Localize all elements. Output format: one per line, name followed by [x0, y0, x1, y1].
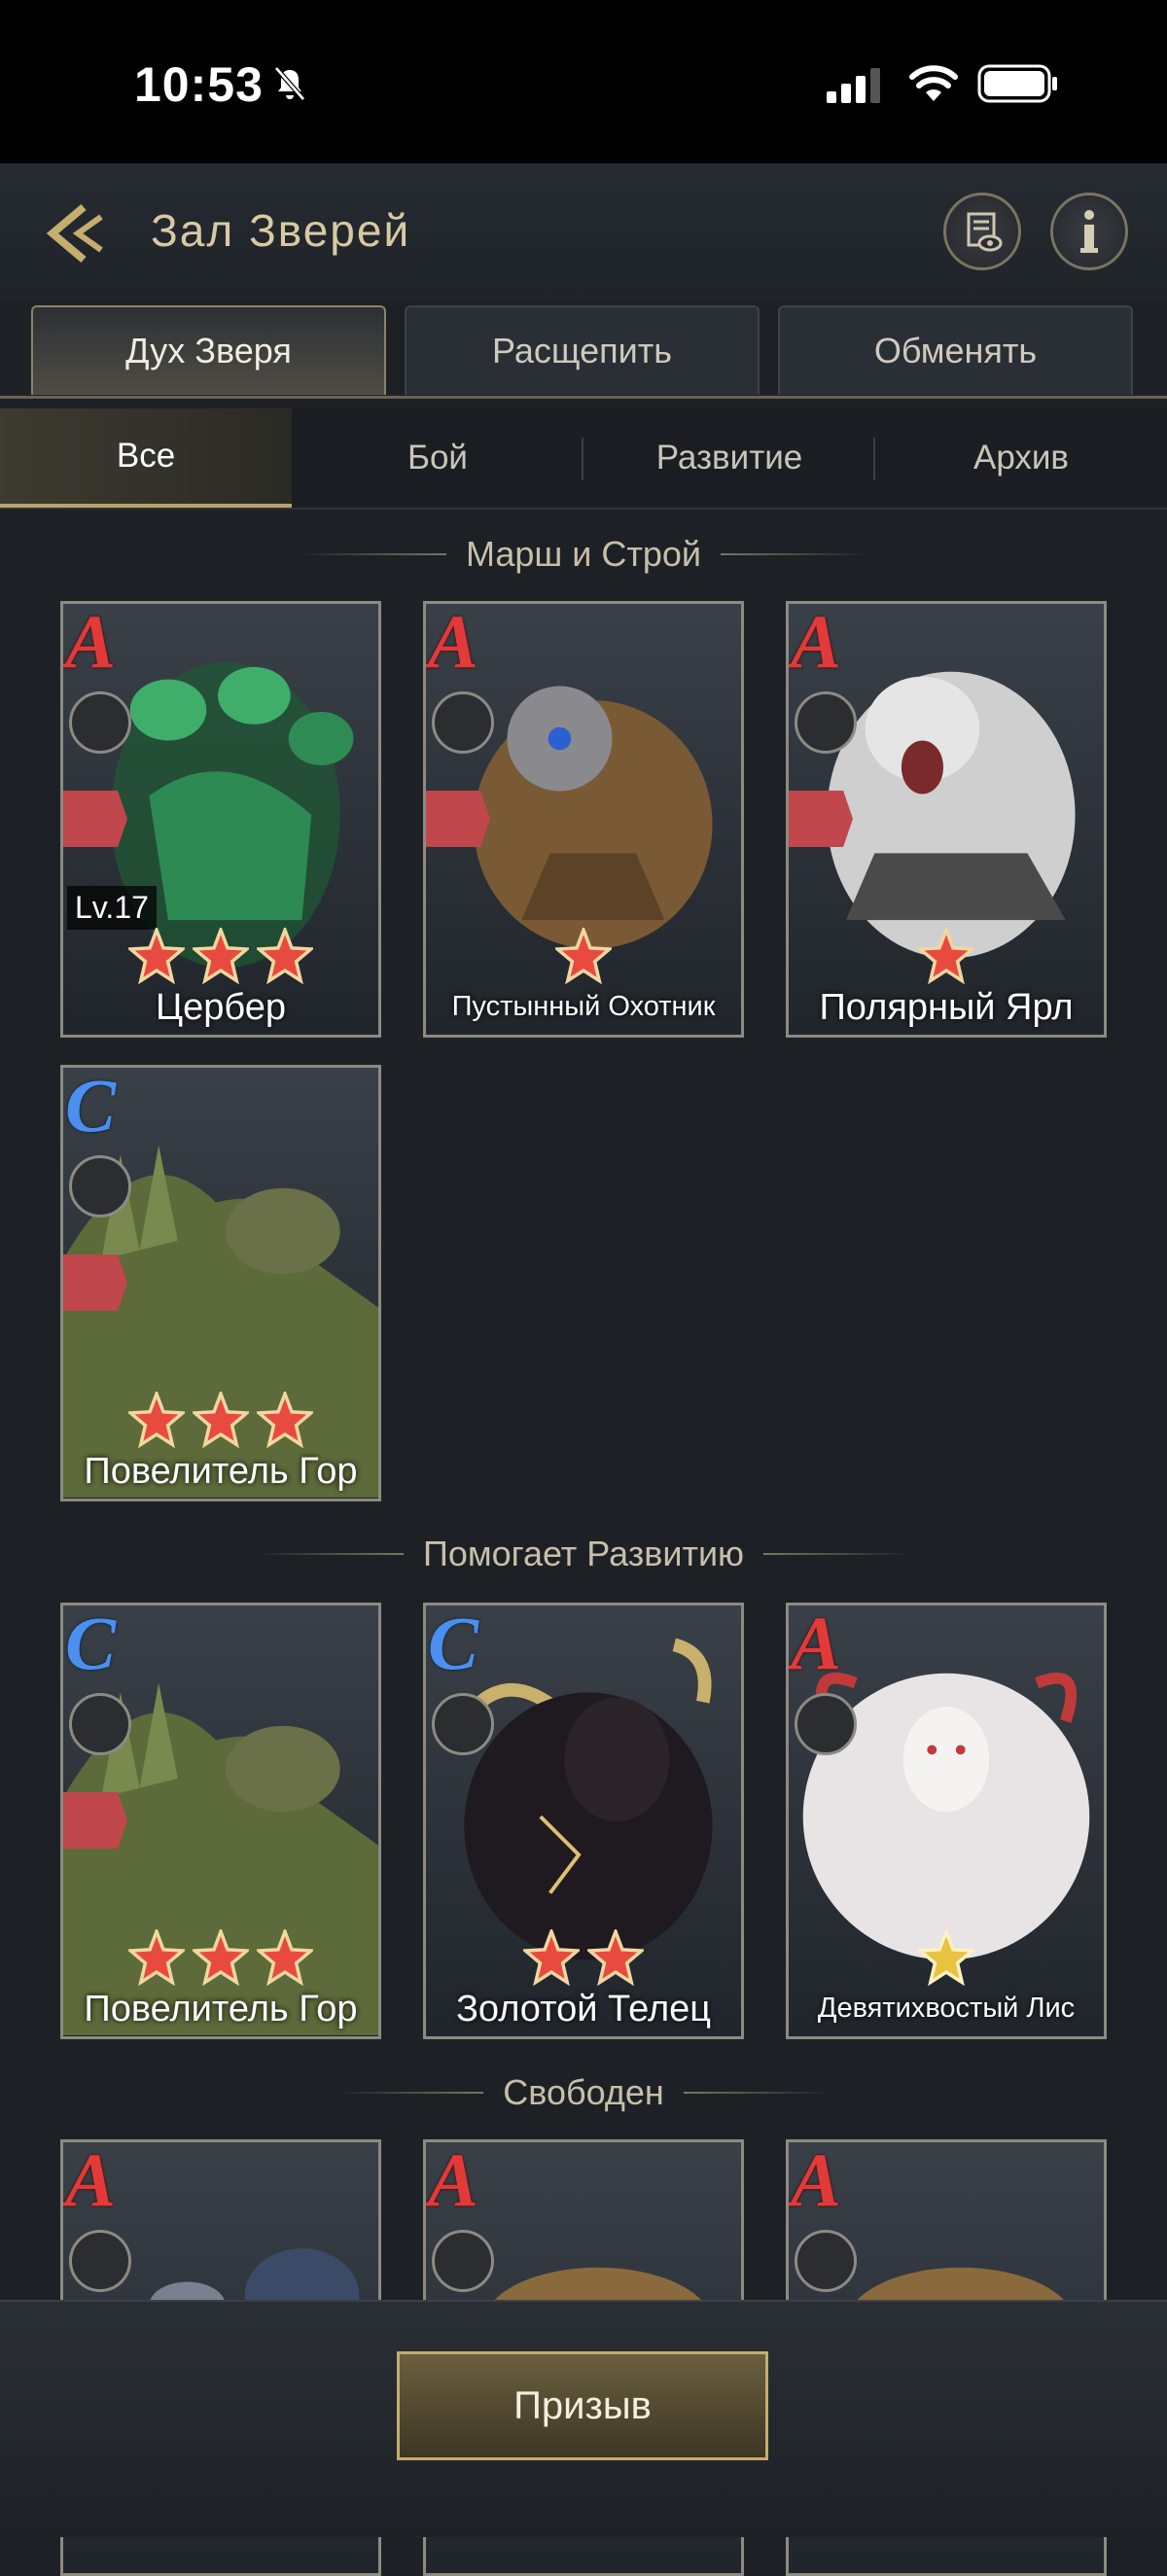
flag-tag-icon [63, 1792, 127, 1849]
grade-badge: C [65, 1065, 117, 1147]
beast-name: Повелитель Гор [84, 1989, 358, 2029]
tab-split[interactable]: Расщепить [405, 305, 760, 395]
tab-beast-spirit[interactable]: Дух Зверя [31, 305, 386, 395]
records-button[interactable] [943, 193, 1021, 270]
section-title: Марш и Строй [465, 534, 702, 574]
star-rating [63, 1929, 378, 1986]
beast-name: Девятихвостый Лис [817, 1993, 1076, 2024]
star-rating [63, 928, 378, 984]
combat-role-icon [69, 2230, 131, 2292]
beast-card[interactable]: C Золотой Телец [423, 1603, 744, 2039]
info-button[interactable] [1050, 193, 1128, 270]
beast-name: Золотой Телец [455, 1989, 712, 2029]
wifi-icon [909, 65, 958, 101]
combat-role-icon [432, 691, 494, 754]
group-tag-icon [426, 791, 490, 847]
group-tag-icon [789, 791, 853, 847]
star-icon [918, 928, 974, 984]
star-icon [193, 1929, 249, 1986]
star-icon [523, 1929, 580, 1986]
section-title: Свободен [503, 2072, 664, 2112]
grade-badge: A [791, 2139, 842, 2222]
tab-exchange[interactable]: Обменять [778, 305, 1133, 395]
star-rating [426, 1929, 741, 1986]
beast-name: Повелитель Гор [84, 1451, 358, 1492]
level-label: Lv.17 [67, 886, 157, 930]
support-role-icon [69, 1155, 131, 1217]
star-icon [193, 928, 249, 984]
back-arrow-icon[interactable] [45, 199, 113, 267]
summon-button[interactable]: Призыв [397, 2351, 768, 2460]
combat-role-icon [795, 691, 857, 754]
star-icon [555, 928, 612, 984]
star-icon [128, 1929, 185, 1986]
info-icon [1080, 210, 1098, 253]
star-icon [257, 928, 313, 984]
beast-card[interactable]: A Пустынный Охотник [423, 601, 744, 1038]
bell-muted-icon [274, 66, 305, 101]
star-rating [426, 928, 741, 984]
grade-badge: C [65, 1603, 117, 1685]
star-icon [193, 1392, 249, 1448]
beast-name: Пустынный Охотник [451, 991, 716, 1022]
combat-role-icon [795, 2230, 857, 2292]
grade-badge: A [428, 601, 479, 684]
beast-name: Полярный Ярл [819, 987, 1074, 1028]
support-role-icon [795, 1693, 857, 1755]
star-icon [257, 1929, 313, 1986]
combat-role-icon [432, 2230, 494, 2292]
flag-tag-icon [63, 1254, 127, 1311]
star-rating [789, 1929, 1104, 1986]
filter-tabs: Все Бой Развитие Архив [0, 408, 1167, 510]
grade-badge: A [791, 601, 842, 684]
status-time: 10:53 [134, 57, 264, 112]
cellular-signal-icon [827, 68, 880, 103]
filter-battle[interactable]: Бой [292, 408, 584, 508]
document-eye-icon [967, 212, 1003, 252]
beast-card[interactable]: A Lv.17 Цербер [60, 601, 381, 1038]
grade-badge: A [65, 601, 117, 684]
star-icon [128, 1392, 185, 1448]
page-title: Зал Зверей [151, 205, 411, 256]
main-tabs: Дух Зверя Расщепить Обменять [0, 301, 1167, 399]
support-role-icon [432, 1693, 494, 1755]
section-header: Помогает Развитию [0, 1530, 1167, 1578]
group-tag-icon [63, 791, 127, 847]
beast-name: Цербер [156, 987, 286, 1028]
star-rating [789, 928, 1104, 984]
beast-card[interactable]: A Девятихвостый Лис [786, 1603, 1107, 2039]
beast-card[interactable]: C Повелитель Гор [60, 1065, 381, 1501]
star-icon [257, 1392, 313, 1448]
beast-card[interactable]: C Повелитель Гор [60, 1603, 381, 2039]
star-icon [128, 928, 185, 984]
grade-badge: C [428, 1603, 479, 1685]
grade-badge: A [428, 2139, 479, 2222]
filter-archive[interactable]: Архив [875, 408, 1167, 508]
filter-development[interactable]: Развитие [584, 408, 875, 508]
beast-card[interactable]: A Полярный Ярл [786, 601, 1107, 1038]
battery-icon [977, 64, 1057, 103]
grade-badge: A [791, 1603, 842, 1685]
status-bar: 10:53 [0, 0, 1167, 163]
section-header: Марш и Строй [0, 530, 1167, 579]
star-rating [63, 1392, 378, 1448]
support-role-icon [69, 1693, 131, 1755]
filter-all[interactable]: Все [0, 408, 292, 508]
section-header: Свободен [0, 2068, 1167, 2117]
star-icon [587, 1929, 644, 1986]
grade-badge: A [65, 2139, 117, 2222]
section-title: Помогает Развитию [422, 1534, 745, 1573]
combat-role-icon [69, 691, 131, 754]
star-icon [918, 1929, 974, 1986]
